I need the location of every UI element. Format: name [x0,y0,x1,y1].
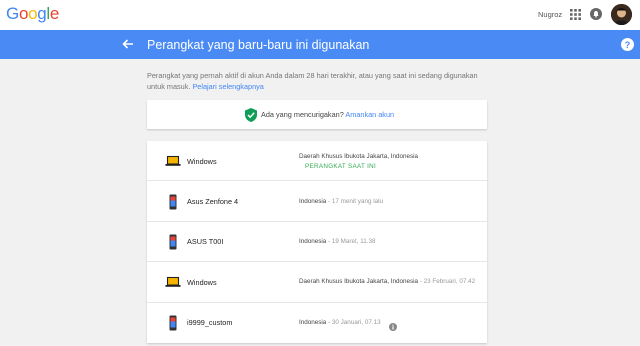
device-name: ASUS T00I [187,237,224,247]
device-location: Daerah Khusus Ibukota Jakarta, Indonesia [299,153,419,161]
suspicious-activity-card: Ada yang mencurigakan? Amankan akun [147,100,487,129]
device-location-line: Indonesia - 17 menit yang lalu [299,198,383,205]
laptop-icon [165,274,181,290]
device-location: Indonesia [299,237,327,245]
devices-list: Windows Daerah Khusus Ibukota Jakarta, In… [147,141,487,343]
device-name: i9999_custom [187,318,233,328]
notifications-icon[interactable] [590,8,602,20]
device-location: Indonesia [299,197,327,205]
device-last-active: - 19 Maret, 11.38 [326,237,376,245]
device-location-line: Indonesia - 19 Maret, 11.38 [299,238,376,245]
help-icon[interactable]: ? [621,38,634,51]
page-title: Perangkat yang baru-baru ini digunakan [147,38,370,52]
back-arrow-icon[interactable] [121,37,135,51]
logo-letter: e [49,4,60,23]
device-row[interactable]: Windows Daerah Khusus Ibukota Jakarta, In… [147,262,487,303]
device-name: Asus Zenfone 4 [187,197,239,207]
google-logo[interactable]: Google [6,4,59,24]
device-location-line: Indonesia - 30 Januari, 07.13 [299,319,381,326]
top-bar: Google Nugroz [0,0,640,30]
apps-grid-icon[interactable] [570,9,581,20]
device-name: Windows [187,156,217,166]
intro-text-block: Perangkat yang pernah aktif di akun Anda… [147,70,497,92]
logo-letter: G [6,4,19,23]
device-last-active: - 17 menit yang lalu [326,197,384,205]
device-last-active: - 30 Januari, 07.13 [326,318,381,326]
device-location: Daerah Khusus Ibukota Jakarta, Indonesia [299,278,419,286]
alert-text: Ada yang mencurigakan? Amankan akun [261,110,394,119]
info-icon[interactable] [389,318,397,332]
logo-letter: o [28,4,38,23]
device-row[interactable]: i9999_custom Indonesia - 30 Januari, 07.1… [147,303,487,343]
title-bar: Perangkat yang baru-baru ini digunakan ? [0,30,640,59]
device-last-active: - 23 Februari, 07.42 [418,278,476,286]
logo-letter: o [18,4,29,23]
svg-text:?: ? [625,40,631,50]
learn-more-link[interactable]: Pelajari selengkapnya [192,82,263,91]
phone-icon [165,194,181,210]
device-row[interactable]: Asus Zenfone 4 Indonesia - 17 menit yang … [147,181,487,222]
shield-check-icon [245,108,257,122]
device-location: Indonesia [299,318,327,326]
phone-icon [165,315,181,331]
avatar[interactable] [611,4,632,25]
current-device-badge: PERANGKAT SAAT INI [305,162,377,170]
phone-icon [165,234,181,250]
laptop-icon [165,153,181,169]
device-name: Windows [187,277,217,287]
device-location-line: Daerah Khusus Ibukota Jakarta, Indonesia… [299,278,475,285]
alert-question: Ada yang mencurigakan? [261,110,344,119]
user-name[interactable]: Nugroz [538,10,562,19]
secure-account-link[interactable]: Amankan akun [345,110,394,119]
device-row[interactable]: Windows Daerah Khusus Ibukota Jakarta, In… [147,141,487,182]
device-location-line: Daerah Khusus Ibukota Jakarta, Indonesia [299,153,418,160]
device-row[interactable]: ASUS T00I Indonesia - 19 Maret, 11.38 [147,222,487,263]
